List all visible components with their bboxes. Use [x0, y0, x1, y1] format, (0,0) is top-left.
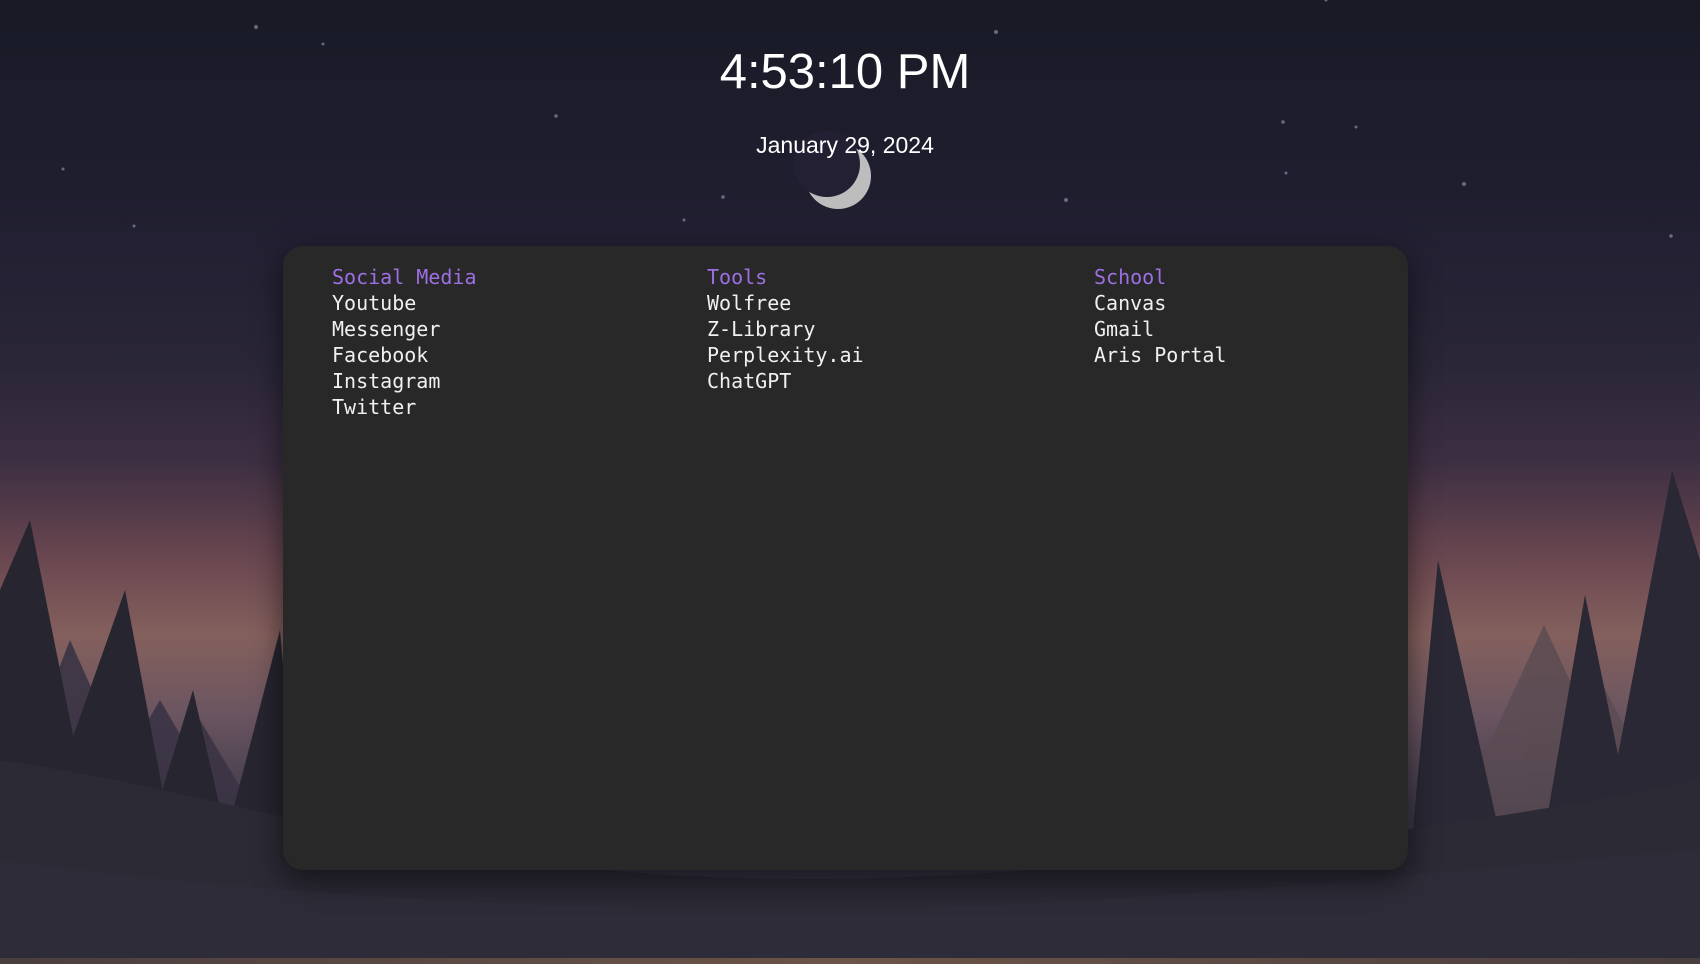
bookmarks-panel: Social Media Youtube Messenger Facebook …: [283, 246, 1408, 870]
link-z-library[interactable]: Z-Library: [707, 317, 815, 341]
link-wolfree[interactable]: Wolfree: [707, 291, 791, 315]
link-list: Wolfree Z-Library Perplexity.ai ChatGPT: [707, 290, 864, 394]
link-list: Canvas Gmail Aris Portal: [1094, 290, 1226, 368]
link-twitter[interactable]: Twitter: [332, 395, 416, 419]
stars: [61, 0, 1673, 238]
clock-date: January 29, 2024: [756, 132, 934, 158]
link-messenger[interactable]: Messenger: [332, 317, 440, 341]
link-chatgpt[interactable]: ChatGPT: [707, 369, 791, 393]
link-youtube[interactable]: Youtube: [332, 291, 416, 315]
link-gmail[interactable]: Gmail: [1094, 317, 1154, 341]
link-perplexity[interactable]: Perplexity.ai: [707, 343, 864, 367]
bottom-edge: [0, 958, 1700, 964]
section-heading: School: [1094, 265, 1167, 289]
link-facebook[interactable]: Facebook: [332, 343, 428, 367]
clock-time: 4:53:10 PM: [719, 45, 971, 99]
link-aris-portal[interactable]: Aris Portal: [1094, 343, 1226, 367]
link-canvas[interactable]: Canvas: [1094, 291, 1166, 315]
section-social-media: Social Media Youtube Messenger Facebook …: [332, 264, 477, 420]
section-tools: Tools Wolfree Z-Library Perplexity.ai Ch…: [707, 264, 864, 394]
link-list: Youtube Messenger Facebook Instagram Twi…: [332, 290, 477, 420]
link-instagram[interactable]: Instagram: [332, 369, 440, 393]
section-heading: Tools: [707, 265, 768, 289]
section-heading: Social Media: [332, 265, 477, 289]
section-school: School Canvas Gmail Aris Portal: [1094, 264, 1226, 368]
